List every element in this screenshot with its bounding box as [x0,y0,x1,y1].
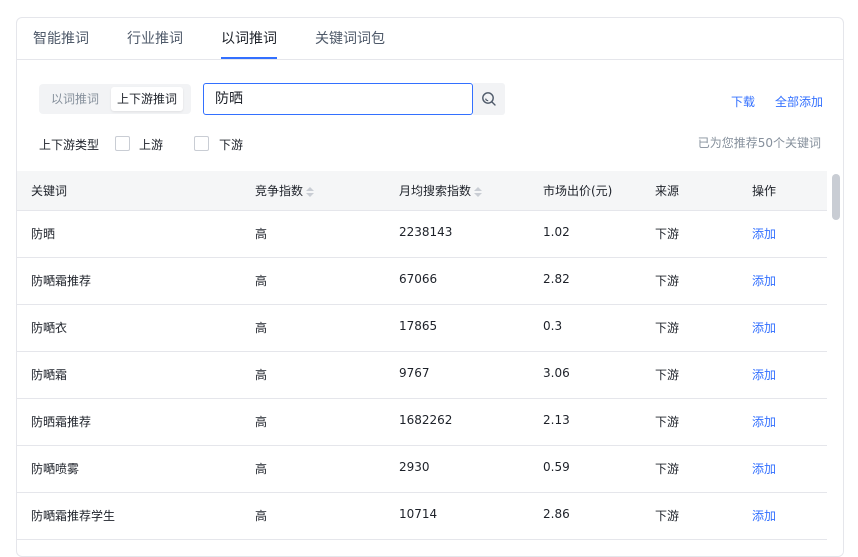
col-action: 操作 [752,184,777,198]
cell-keyword: 防嗮霜推荐学生 [31,509,116,523]
table-header: 关键词 竞争指数 月均搜索指数 市场出价(元) 来源 操作 [17,171,827,211]
add-keyword-button[interactable]: 添加 [752,366,776,383]
cell-monthly-search: 9767 [399,366,430,380]
cell-market-bid: 0.3 [543,319,563,333]
col-keyword: 关键词 [31,184,68,198]
cell-competition: 高 [255,227,268,241]
tab-industry[interactable]: 行业推词 [127,28,183,48]
col-source: 来源 [655,184,680,198]
cell-competition: 高 [255,321,268,335]
table-row: 防嗮喷雾 高 2930 0.59 下游 添加 [17,446,827,493]
cell-source: 下游 [655,321,680,335]
tab-bar: 智能推词 行业推词 以词推词 关键词词包 [17,18,843,60]
mode-option-updown[interactable]: 上下游推词 [111,87,184,111]
tab-word-to-word[interactable]: 以词推词 [221,28,277,48]
upstream-checkbox[interactable] [115,136,130,151]
add-keyword-button[interactable]: 添加 [752,225,776,242]
cell-competition: 高 [255,415,268,429]
search-icon [482,92,496,106]
cell-keyword: 防嗮霜推荐 [31,274,92,288]
add-keyword-button[interactable]: 添加 [752,413,776,430]
cell-source: 下游 [655,509,680,523]
add-keyword-button[interactable]: 添加 [752,460,776,477]
col-competition-label: 竞争指数 [255,184,304,198]
cell-keyword: 防晒霜推荐 [31,415,92,429]
cell-market-bid: 3.06 [543,366,570,380]
table-scrollbar-thumb[interactable] [832,174,840,220]
cell-competition: 高 [255,274,268,288]
downstream-label: 下游 [219,138,244,152]
downstream-checkbox[interactable] [194,136,209,151]
cell-market-bid: 2.13 [543,413,570,427]
sort-icon [474,186,483,197]
cell-source: 下游 [655,415,680,429]
add-keyword-button[interactable]: 添加 [752,319,776,336]
cell-keyword: 防嗮霜 [31,368,68,382]
cell-monthly-search: 2238143 [399,225,453,239]
col-monthly-search[interactable]: 月均搜索指数 [399,182,483,199]
cell-source: 下游 [655,227,680,241]
table-row: 防嗮衣 高 17865 0.3 下游 添加 [17,305,827,352]
sort-icon [306,186,315,197]
table-row: 防嗮霜推荐 高 67066 2.82 下游 添加 [17,258,827,305]
table-scrollbar-track [829,171,843,556]
cell-source: 下游 [655,368,680,382]
cell-keyword: 防嗮喷雾 [31,462,80,476]
cell-keyword: 防晒 [31,227,56,241]
cell-monthly-search: 10714 [399,507,438,521]
cell-monthly-search: 67066 [399,272,438,286]
cell-source: 下游 [655,462,680,476]
table-row: 防嗮霜 高 9767 3.06 下游 添加 [17,352,827,399]
keyword-recommend-panel: 智能推词 行业推词 以词推词 关键词词包 以词推词 上下游推词 防晒 下载 全部… [16,17,844,557]
tab-smart[interactable]: 智能推词 [33,28,89,48]
cell-competition: 高 [255,509,268,523]
table-body: 防晒 高 2238143 1.02 下游 添加 防嗮霜推荐 高 67066 2.… [17,211,827,540]
col-monthly-search-label: 月均搜索指数 [399,184,472,198]
cell-monthly-search: 2930 [399,460,430,474]
cell-market-bid: 0.59 [543,460,570,474]
col-market-bid: 市场出价(元) [543,184,613,198]
cell-competition: 高 [255,368,268,382]
recommend-count-hint: 已为您推荐50个关键词 [697,136,821,150]
search-button[interactable] [473,83,505,115]
cell-monthly-search: 17865 [399,319,438,333]
cell-market-bid: 2.82 [543,272,570,286]
add-keyword-button[interactable]: 添加 [752,272,776,289]
col-competition[interactable]: 竞争指数 [255,182,315,199]
mode-switch: 以词推词 上下游推词 [39,84,191,114]
table-row: 防嗮霜推荐学生 高 10714 2.86 下游 添加 [17,493,827,540]
download-link[interactable]: 下载 [731,93,755,110]
cell-monthly-search: 1682262 [399,413,453,427]
add-all-link[interactable]: 全部添加 [775,93,823,110]
mode-option-word[interactable]: 以词推词 [45,87,105,111]
tab-keyword-package[interactable]: 关键词词包 [315,28,385,48]
table-row: 防晒霜推荐 高 1682262 2.13 下游 添加 [17,399,827,446]
keyword-search-input[interactable]: 防晒 [203,83,473,115]
active-tab-indicator [221,57,277,59]
cell-keyword: 防嗮衣 [31,321,68,335]
cell-market-bid: 1.02 [543,225,570,239]
cell-competition: 高 [255,462,268,476]
table-row: 防晒 高 2238143 1.02 下游 添加 [17,211,827,258]
add-keyword-button[interactable]: 添加 [752,507,776,524]
cell-source: 下游 [655,274,680,288]
cell-market-bid: 2.86 [543,507,570,521]
upstream-label: 上游 [139,138,164,152]
updown-type-label: 上下游类型 [39,138,100,152]
